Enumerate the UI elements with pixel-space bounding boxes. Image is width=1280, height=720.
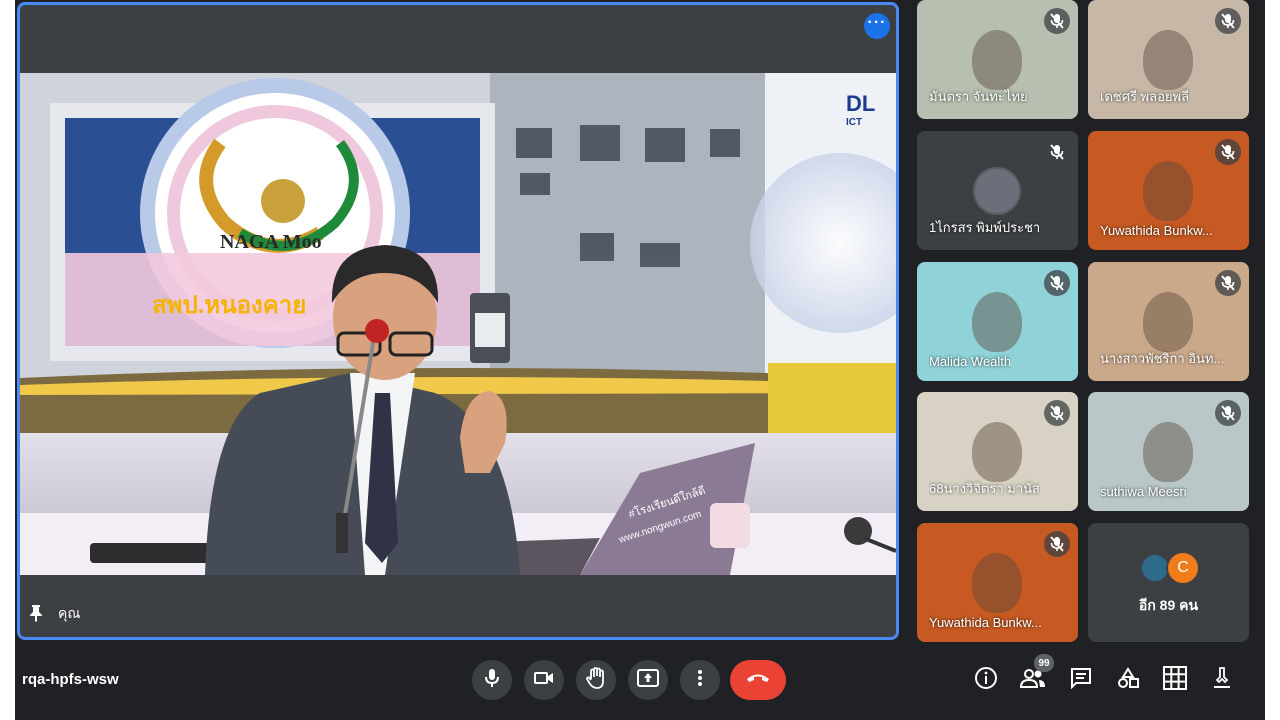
- chat-icon: [1070, 667, 1092, 694]
- pin-icon[interactable]: [28, 604, 44, 625]
- meet-window: ··· NAGA Moo สพป.หนองคาย DL ICT #โรงเรีย…: [15, 0, 1265, 720]
- presenter-name: คุณ: [58, 605, 81, 621]
- meeting-details-button[interactable]: [972, 666, 1000, 694]
- mic-off-icon: [1044, 400, 1070, 426]
- host-controls-icon: [1212, 666, 1232, 695]
- participant-avatar: [973, 167, 1021, 215]
- participant-tile[interactable]: Yuwathida Bunkw...: [1088, 131, 1249, 250]
- participant-tile[interactable]: Yuwathida Bunkw...: [917, 523, 1078, 642]
- mic-off-icon: [1215, 8, 1241, 34]
- grid-icon: [1163, 665, 1187, 695]
- main-video-tile[interactable]: ··· NAGA Moo สพป.หนองคาย DL ICT #โรงเรีย…: [17, 2, 899, 640]
- present-icon: [637, 668, 659, 692]
- info-icon: [974, 666, 998, 695]
- participant-name: suthiwa Meesri: [1100, 484, 1187, 499]
- participant-tile[interactable]: มันตรา จันทะไทย: [917, 0, 1078, 119]
- mic-off-icon: [1215, 400, 1241, 426]
- mic-off-icon: [1215, 139, 1241, 165]
- mic-icon: [484, 668, 500, 693]
- others-count-label: อีก 89 คน: [1138, 597, 1199, 613]
- more-vert-icon: [697, 669, 703, 692]
- participant-tile[interactable]: 68นางวิจิตรา มานัส: [917, 392, 1078, 511]
- host-controls-button[interactable]: [1208, 666, 1236, 694]
- participants-count-badge: 99: [1034, 654, 1054, 672]
- end-call-button[interactable]: [730, 660, 786, 700]
- bottom-control-bar: rqa-hpfs-wsw 99: [15, 640, 1265, 720]
- participant-tile[interactable]: 1ไกรสร พิมพ์ประชา: [917, 131, 1078, 250]
- participant-name: เดชศรี พลอยพลี: [1100, 89, 1190, 104]
- participant-name: 68นางวิจิตรา มานัส: [929, 481, 1040, 496]
- svg-text:NAGA Moo: NAGA Moo: [220, 231, 322, 253]
- participant-tile[interactable]: Malida Wealth: [917, 262, 1078, 381]
- participant-name: Yuwathida Bunkw...: [1100, 223, 1213, 238]
- participant-video: [1143, 422, 1193, 482]
- participant-name: มันตรา จันทะไทย: [929, 89, 1028, 104]
- presenter-label: คุณ: [28, 603, 80, 625]
- participant-video: [972, 292, 1022, 352]
- more-icon: ···: [867, 14, 887, 31]
- others-tile[interactable]: C อีก 89 คน: [1088, 523, 1249, 642]
- camera-button[interactable]: [524, 660, 564, 700]
- mic-off-icon: [1044, 270, 1070, 296]
- microphone-button[interactable]: [472, 660, 512, 700]
- participant-name: 1ไกรสร พิมพ์ประชา: [929, 220, 1041, 235]
- raise-hand-button[interactable]: [576, 660, 616, 700]
- main-video-feed: NAGA Moo สพป.หนองคาย DL ICT NPE #โรงเรีย…: [20, 73, 896, 575]
- raise-hand-icon: [586, 666, 606, 694]
- activities-icon: [1117, 666, 1139, 694]
- svg-text:ICT: ICT: [846, 117, 862, 128]
- participant-tile[interactable]: suthiwa Meesri: [1088, 392, 1249, 511]
- participant-video: [972, 30, 1022, 90]
- mic-off-icon: [1044, 8, 1070, 34]
- participant-video: [972, 553, 1022, 613]
- svg-text:DL: DL: [846, 91, 875, 116]
- present-screen-button[interactable]: [628, 660, 668, 700]
- svg-text:สพป.หนองคาย: สพป.หนองคาย: [152, 292, 306, 319]
- activities-button[interactable]: [1114, 666, 1142, 694]
- mic-off-icon: [1044, 139, 1070, 165]
- camera-icon: [534, 671, 554, 690]
- more-actions-button[interactable]: [680, 660, 720, 700]
- participant-video: [1143, 292, 1193, 352]
- participant-tile[interactable]: เดชศรี พลอยพลี: [1088, 0, 1249, 119]
- mic-off-icon: [1044, 531, 1070, 557]
- mic-off-icon: [1215, 270, 1241, 296]
- participant-name: นางสาวพัชริกา อินท...: [1100, 351, 1225, 366]
- others-avatar: C: [1166, 551, 1200, 585]
- participant-video: [972, 422, 1022, 482]
- participant-video: [1143, 30, 1193, 90]
- participant-name: Malida Wealth: [929, 354, 1012, 369]
- end-call-icon: [746, 671, 770, 689]
- participant-tile[interactable]: นางสาวพัชริกา อินท...: [1088, 262, 1249, 381]
- chat-button[interactable]: [1067, 666, 1095, 694]
- layout-grid-button[interactable]: [1161, 665, 1189, 695]
- participant-video: [1143, 161, 1193, 221]
- meeting-code[interactable]: rqa-hpfs-wsw: [22, 671, 119, 688]
- more-options-button[interactable]: ···: [864, 13, 890, 39]
- participant-name: Yuwathida Bunkw...: [929, 615, 1042, 630]
